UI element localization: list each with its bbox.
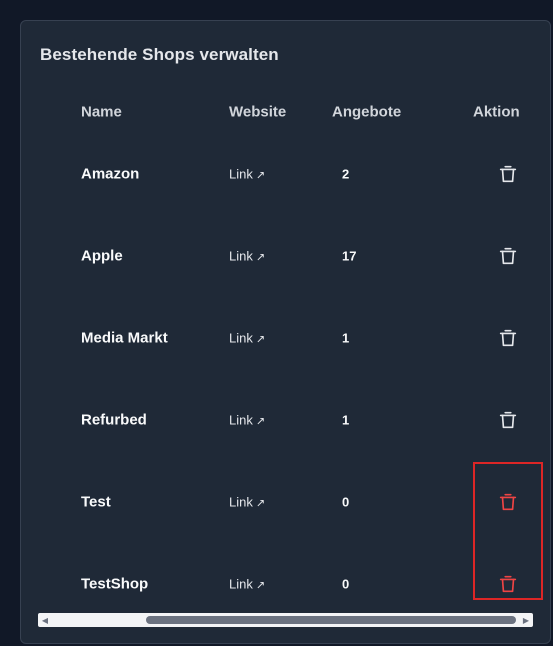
offer-count: 1 bbox=[342, 330, 350, 346]
website-link[interactable]: Link ↗ bbox=[229, 413, 265, 428]
external-link-icon: ↗ bbox=[255, 251, 266, 264]
website-link-label: Link bbox=[229, 576, 253, 592]
website-link[interactable]: Link ↗ bbox=[229, 167, 265, 182]
shop-name: Media Markt bbox=[81, 329, 168, 347]
delete-shop-button[interactable] bbox=[497, 409, 519, 431]
shop-name: Refurbed bbox=[81, 411, 147, 429]
external-link-icon: ↗ bbox=[255, 579, 266, 592]
delete-shop-button[interactable] bbox=[497, 163, 519, 185]
panel-title: Bestehende Shops verwalten bbox=[40, 45, 279, 64]
scroll-right-arrow-icon[interactable]: ▶ bbox=[519, 613, 533, 627]
table-row: Amazon Link ↗ 2 bbox=[21, 133, 550, 215]
website-link[interactable]: Link ↗ bbox=[229, 331, 265, 346]
shop-management-panel: Bestehende Shops verwalten Name Website … bbox=[20, 20, 551, 644]
website-link-label: Link bbox=[229, 166, 253, 182]
website-link-label: Link bbox=[229, 248, 253, 264]
shop-name: TestShop bbox=[81, 575, 149, 593]
offer-count: 0 bbox=[342, 576, 350, 592]
external-link-icon: ↗ bbox=[255, 497, 266, 510]
website-link-label: Link bbox=[229, 494, 253, 510]
table-row: Apple Link ↗ 17 bbox=[21, 215, 550, 297]
shops-table: Name Website Angebote Aktion Amazon Link ↗… bbox=[21, 91, 550, 625]
external-link-icon: ↗ bbox=[255, 415, 266, 428]
website-link[interactable]: Link ↗ bbox=[229, 495, 265, 510]
website-link-label: Link bbox=[229, 330, 253, 346]
website-link-label: Link bbox=[229, 412, 253, 428]
column-header-action: Aktion bbox=[473, 103, 520, 121]
trash-icon bbox=[499, 247, 517, 265]
horizontal-scrollbar[interactable]: ◀ ▶ bbox=[38, 613, 533, 627]
trash-icon bbox=[499, 575, 517, 593]
delete-shop-button[interactable] bbox=[497, 245, 519, 267]
shop-name: Amazon bbox=[81, 165, 140, 183]
column-header-offers: Angebote bbox=[332, 103, 402, 121]
shop-name: Apple bbox=[81, 247, 123, 265]
table-row: Refurbed Link ↗ 1 bbox=[21, 379, 550, 461]
column-header-website: Website bbox=[229, 103, 287, 121]
offer-count: 2 bbox=[342, 166, 350, 182]
scroll-left-arrow-icon[interactable]: ◀ bbox=[38, 613, 52, 627]
table-body: Amazon Link ↗ 2 Apple Link ↗ 17 Media Markt Link ↗… bbox=[21, 133, 550, 625]
trash-icon bbox=[499, 493, 517, 511]
website-link[interactable]: Link ↗ bbox=[229, 577, 265, 592]
table-row: Test Link ↗ 0 bbox=[21, 461, 550, 543]
delete-shop-button[interactable] bbox=[497, 491, 519, 513]
scrollbar-thumb[interactable] bbox=[146, 616, 516, 624]
offer-count: 17 bbox=[342, 248, 357, 264]
delete-shop-button[interactable] bbox=[497, 327, 519, 349]
shop-name: Test bbox=[81, 493, 111, 511]
external-link-icon: ↗ bbox=[255, 333, 266, 346]
external-link-icon: ↗ bbox=[255, 169, 266, 182]
website-link[interactable]: Link ↗ bbox=[229, 249, 265, 264]
offer-count: 0 bbox=[342, 494, 350, 510]
trash-icon bbox=[499, 165, 517, 183]
delete-shop-button[interactable] bbox=[497, 573, 519, 595]
table-header-row: Name Website Angebote Aktion bbox=[21, 91, 550, 133]
table-row: Media Markt Link ↗ 1 bbox=[21, 297, 550, 379]
trash-icon bbox=[499, 411, 517, 429]
column-header-name: Name bbox=[81, 103, 122, 121]
offer-count: 1 bbox=[342, 412, 350, 428]
trash-icon bbox=[499, 329, 517, 347]
